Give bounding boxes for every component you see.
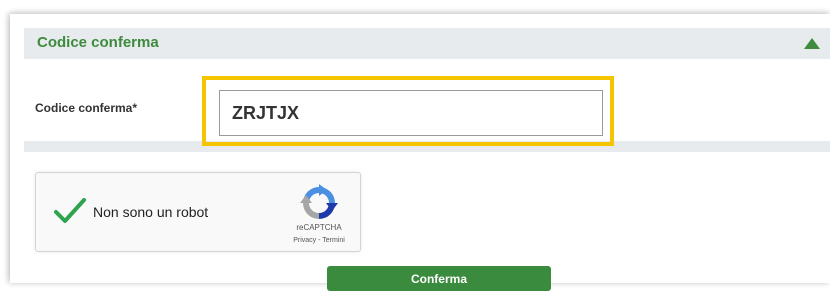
recaptcha-brand: reCAPTCHA bbox=[296, 223, 342, 232]
recaptcha-terms-link[interactable]: Termini bbox=[322, 237, 345, 244]
collapse-arrow-icon[interactable] bbox=[804, 38, 820, 49]
recaptcha-privacy-link[interactable]: Privacy bbox=[293, 237, 316, 244]
confirm-code-input[interactable] bbox=[219, 90, 603, 136]
code-field-label: Codice conferma* bbox=[35, 101, 138, 115]
checkmark-icon bbox=[54, 198, 86, 223]
recaptcha-logo-icon bbox=[300, 184, 338, 219]
recaptcha-links: Privacy - Termini bbox=[276, 237, 362, 244]
recaptcha-widget: Non sono un robot reCAPTCHA Privacy - Te… bbox=[35, 172, 361, 252]
section-title: Codice conferma bbox=[37, 34, 159, 51]
page-frame: Codice conferma Codice conferma* Non son… bbox=[10, 14, 830, 291]
recaptcha-checkbox[interactable] bbox=[52, 193, 88, 229]
section-header[interactable]: Codice conferma bbox=[24, 28, 830, 59]
recaptcha-label: Non sono un robot bbox=[93, 204, 209, 220]
confirm-button[interactable]: Conferma bbox=[327, 266, 551, 291]
